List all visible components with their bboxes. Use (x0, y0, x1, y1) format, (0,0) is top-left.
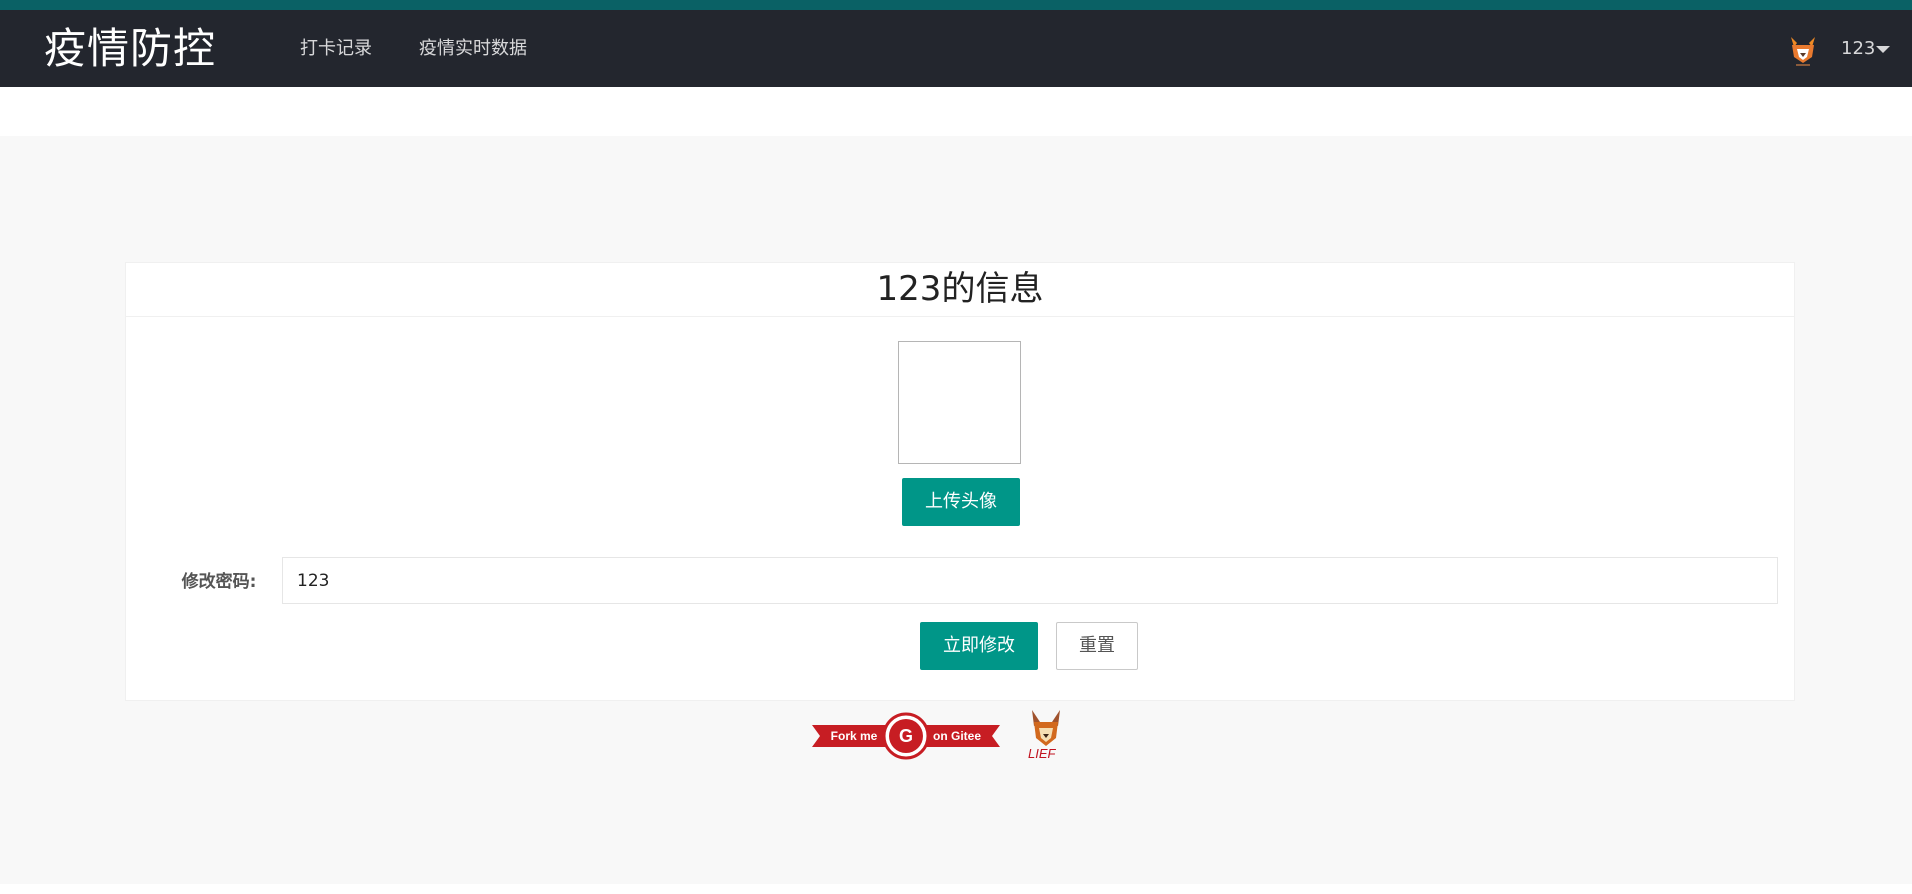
fox-avatar-icon[interactable] (1788, 33, 1818, 69)
upload-avatar-button[interactable]: 上传头像 (902, 478, 1020, 526)
badge-left-text: Fork me (831, 729, 878, 743)
submit-button[interactable]: 立即修改 (920, 622, 1038, 670)
nav-realtime-data[interactable]: 疫情实时数据 (419, 10, 527, 87)
app-logo[interactable]: 疫情防控 (44, 10, 216, 87)
user-menu[interactable]: 123 (1841, 10, 1875, 87)
password-label: 修改密码: (181, 572, 257, 592)
top-accent-strip (0, 0, 1912, 10)
gitee-g-letter: G (899, 726, 913, 746)
fork-me-on-gitee-badge[interactable]: G Fork me on Gitee (812, 711, 1000, 761)
reset-button[interactable]: 重置 (1056, 622, 1138, 670)
lief-logo-text: LIEF (1028, 746, 1056, 761)
nav-checkin-records[interactable]: 打卡记录 (300, 10, 372, 87)
top-navbar: 疫情防控 打卡记录 疫情实时数据 123 (0, 10, 1912, 87)
chevron-down-icon[interactable] (1876, 46, 1890, 53)
profile-card: 123的信息 上传头像 修改密码: 立即修改 重置 (125, 262, 1795, 701)
password-input[interactable] (282, 557, 1778, 604)
avatar-preview (898, 341, 1021, 464)
badge-right-text: on Gitee (933, 729, 981, 743)
card-title: 123的信息 (126, 263, 1794, 317)
